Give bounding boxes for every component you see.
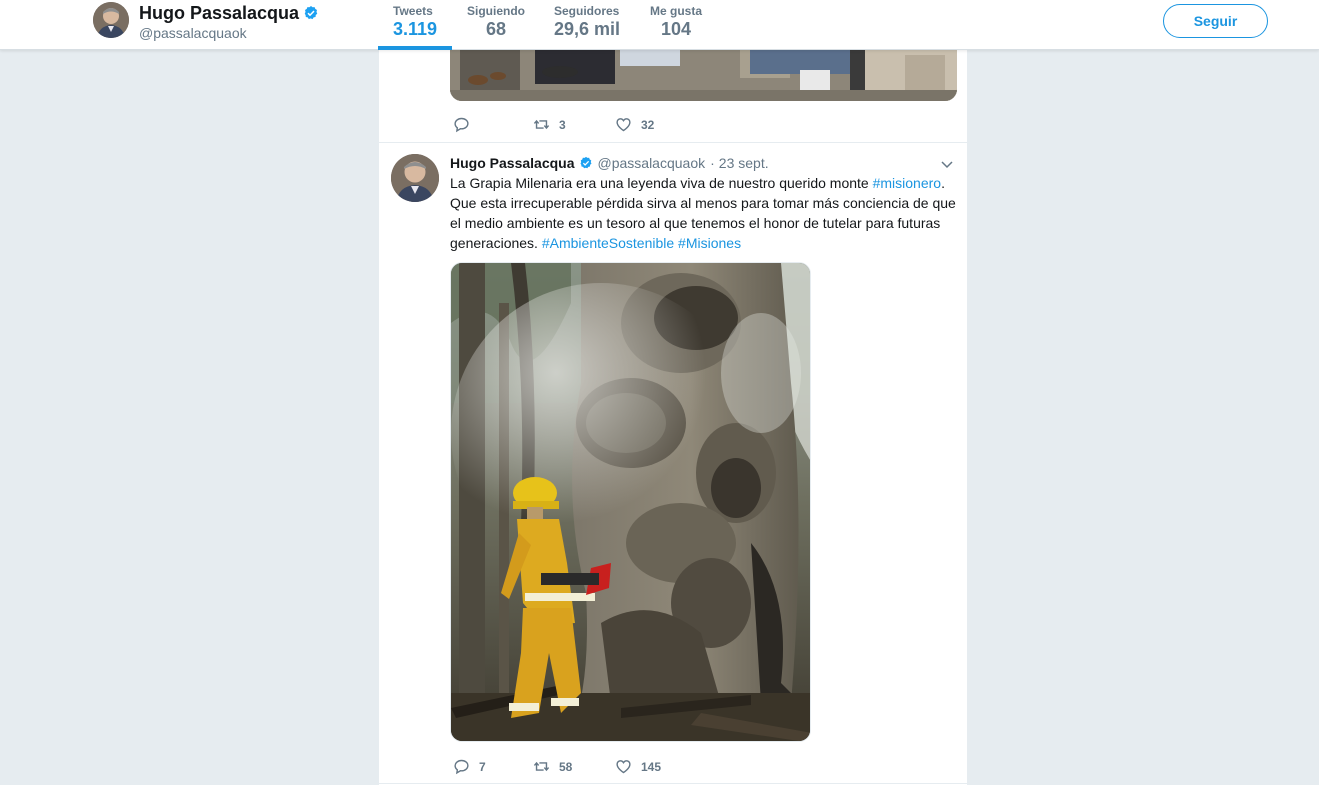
profile-nav-bar: Hugo Passalacqua @passalacquaok Tweets 3… xyxy=(0,0,1319,50)
hashtag-misionero[interactable]: #misionero xyxy=(873,175,941,191)
stat-following[interactable]: Siguiendo 68 xyxy=(467,4,525,40)
reply-count: 7 xyxy=(479,759,486,774)
tweet-photo[interactable] xyxy=(450,262,811,742)
verified-badge-icon xyxy=(580,156,591,169)
like-action[interactable]: 32 xyxy=(615,116,654,133)
hashtag-ambientesostenible[interactable]: #AmbienteSostenible xyxy=(542,235,674,251)
chevron-down-icon[interactable] xyxy=(940,157,954,171)
tweet-timestamp[interactable]: 23 sept. xyxy=(719,154,769,172)
like-action[interactable]: 145 xyxy=(615,758,661,775)
reply-icon xyxy=(454,759,469,775)
reply-action[interactable]: 7 xyxy=(453,758,533,775)
profile-name[interactable]: Hugo Passalacqua xyxy=(139,3,319,23)
reply-icon xyxy=(454,117,469,133)
tweet-divider xyxy=(379,783,967,784)
retweet-icon xyxy=(533,119,550,130)
retweet-action[interactable]: 3 xyxy=(533,116,615,133)
tweet-separator: · xyxy=(710,155,715,171)
profile-name-text[interactable]: Hugo Passalacqua xyxy=(139,3,299,23)
previous-tweet-media[interactable] xyxy=(450,50,957,101)
stat-tweets[interactable]: Tweets 3.119 xyxy=(393,4,437,40)
retweet-icon xyxy=(533,761,550,772)
tweet-text: La Grapia Milenaria era una leyenda viva… xyxy=(450,173,962,253)
active-tab-indicator xyxy=(378,46,452,50)
hashtag-misiones[interactable]: #Misiones xyxy=(678,235,741,251)
like-count: 32 xyxy=(641,117,655,132)
previous-tweet-actions: 3 32 xyxy=(453,116,654,133)
stat-following-value: 68 xyxy=(485,19,507,39)
follow-button[interactable]: Seguir xyxy=(1163,4,1268,38)
stat-followers-value: 29,6 mil xyxy=(554,19,621,39)
profile-handle[interactable]: @passalacquaok xyxy=(139,25,247,41)
verified-badge-icon xyxy=(304,6,318,20)
stat-tweets-value: 3.119 xyxy=(393,19,438,39)
stat-followers[interactable]: Seguidores 29,6 mil xyxy=(554,4,620,40)
tweet-header: Hugo Passalacqua @passalacquaok · 23 sep… xyxy=(450,154,769,172)
tweet-text-part-1: La Grapia Milenaria era una leyenda viva… xyxy=(450,175,873,191)
stat-likes[interactable]: Me gusta 104 xyxy=(650,4,702,40)
stat-likes-value: 104 xyxy=(660,19,692,39)
stat-followers-label: Seguidores xyxy=(554,4,620,18)
tweet-author-handle[interactable]: @passalacquaok xyxy=(598,154,706,172)
profile-avatar[interactable] xyxy=(93,2,129,38)
retweet-count: 3 xyxy=(559,117,566,132)
like-icon xyxy=(616,760,631,774)
tweet-author-name[interactable]: Hugo Passalacqua xyxy=(450,154,575,172)
reply-action[interactable] xyxy=(453,116,533,133)
like-icon xyxy=(616,118,631,132)
tweet-avatar[interactable] xyxy=(391,154,439,202)
tweet-divider xyxy=(379,142,967,143)
like-count: 145 xyxy=(641,759,662,774)
stat-tweets-label: Tweets xyxy=(393,4,433,18)
tweet-actions: 7 58 145 xyxy=(453,758,661,775)
retweet-count: 58 xyxy=(559,759,573,774)
retweet-action[interactable]: 58 xyxy=(533,758,615,775)
stat-following-label: Siguiendo xyxy=(467,4,525,18)
stat-likes-label: Me gusta xyxy=(650,4,703,18)
timeline: 3 32 Hugo Passalacqua @passalacquaok · 2… xyxy=(378,50,968,785)
